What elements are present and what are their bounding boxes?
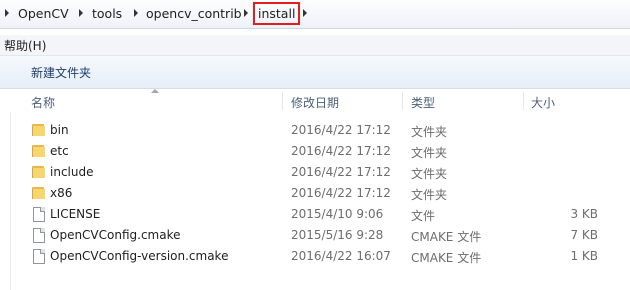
folder-icon <box>30 143 46 159</box>
file-row[interactable]: LICENSE 2015/4/10 9:06 文件 3 KB <box>26 204 606 225</box>
column-divider[interactable] <box>282 92 283 110</box>
column-header-size[interactable]: 大小 <box>531 94 555 111</box>
chevron-right-icon[interactable] <box>5 9 9 17</box>
file-type: 文件 <box>411 209 436 223</box>
file-type: CMAKE 文件 <box>411 251 482 265</box>
breadcrumb-item-install[interactable]: install <box>253 2 301 25</box>
navigation-pane-edge <box>0 112 11 290</box>
file-name: x86 <box>50 186 73 200</box>
folder-icon <box>30 122 46 138</box>
column-header-type[interactable]: 类型 <box>411 94 435 111</box>
column-divider[interactable] <box>402 92 403 110</box>
file-name: bin <box>50 123 69 137</box>
folder-icon <box>30 164 46 180</box>
toolbar: 新建文件夹 <box>0 56 630 89</box>
file-date: 2016/4/22 17:12 <box>291 186 391 200</box>
file-date: 2015/5/16 9:28 <box>291 228 384 242</box>
file-row[interactable]: x86 2016/4/22 17:12 文件夹 <box>26 183 606 204</box>
file-name: OpenCVConfig-version.cmake <box>50 249 229 263</box>
file-row[interactable]: OpenCVConfig-version.cmake 2016/4/22 16:… <box>26 246 606 267</box>
file-row[interactable]: include 2016/4/22 17:12 文件夹 <box>26 162 606 183</box>
file-date: 2015/4/10 9:06 <box>291 207 384 221</box>
file-row[interactable]: OpenCVConfig.cmake 2015/5/16 9:28 CMAKE … <box>26 225 606 246</box>
file-type: 文件夹 <box>411 146 448 160</box>
address-bar[interactable]: OpenCV tools opencv_contrib install <box>0 0 630 29</box>
file-type: CMAKE 文件 <box>411 230 482 244</box>
file-size: 1 KB <box>570 249 598 263</box>
breadcrumb-item-opencv[interactable]: OpenCV <box>18 5 69 22</box>
column-header-name[interactable]: 名称 <box>31 94 55 111</box>
file-name: etc <box>50 144 69 158</box>
breadcrumb-item-tools[interactable]: tools <box>92 5 122 22</box>
sort-ascending-icon <box>151 89 159 93</box>
file-name: LICENSE <box>50 207 101 221</box>
file-size: 3 KB <box>570 207 598 221</box>
file-type: 文件夹 <box>411 167 448 181</box>
chevron-right-icon[interactable] <box>79 9 83 17</box>
folder-icon <box>30 185 46 201</box>
column-header-date[interactable]: 修改日期 <box>291 94 339 111</box>
chevron-right-icon[interactable] <box>134 9 138 17</box>
chevron-right-icon[interactable] <box>244 9 248 17</box>
file-date: 2016/4/22 17:12 <box>291 144 391 158</box>
chevron-right-icon[interactable] <box>303 9 307 17</box>
file-size: 7 KB <box>570 228 598 242</box>
menu-help[interactable]: 帮助(H) <box>4 37 46 54</box>
breadcrumb-item-opencv-contrib[interactable]: opencv_contrib <box>146 5 242 22</box>
file-row[interactable]: etc 2016/4/22 17:12 文件夹 <box>26 141 606 162</box>
file-date: 2016/4/22 16:07 <box>291 249 391 263</box>
file-type: 文件夹 <box>411 125 448 139</box>
column-divider[interactable] <box>523 92 524 110</box>
file-name: include <box>50 165 94 179</box>
file-date: 2016/4/22 17:12 <box>291 123 391 137</box>
column-header-row: 名称 修改日期 类型 大小 <box>0 89 630 112</box>
file-type: 文件夹 <box>411 188 448 202</box>
file-icon <box>30 227 46 243</box>
file-icon <box>30 206 46 222</box>
file-icon <box>30 248 46 264</box>
menu-bar: 帮助(H) <box>0 35 630 56</box>
new-folder-button[interactable]: 新建文件夹 <box>31 64 91 81</box>
file-name: OpenCVConfig.cmake <box>50 228 181 242</box>
file-row[interactable]: bin 2016/4/22 17:12 文件夹 <box>26 120 606 141</box>
file-date: 2016/4/22 17:12 <box>291 165 391 179</box>
